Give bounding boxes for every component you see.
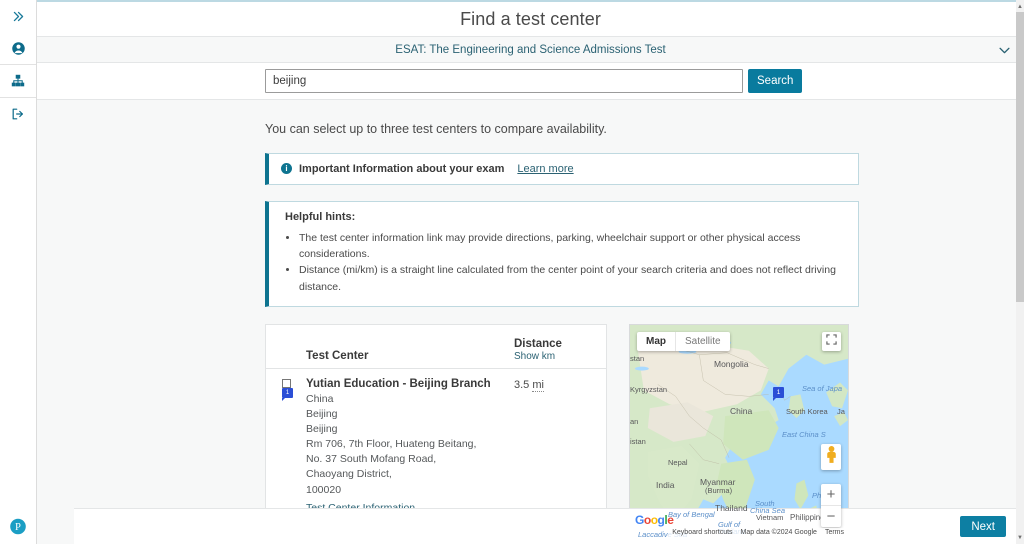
map-type-satellite-button[interactable]: Satellite [675,331,730,351]
map-label: Kyrgyzstan [630,384,668,394]
map-sea-label: China Sea [750,505,786,515]
map-label: India [656,479,675,490]
sidebar-item-signout[interactable] [0,98,36,130]
pearson-logo[interactable]: P [10,518,27,535]
street-view-pegman-icon [825,445,838,469]
map-attribution: Keyboard shortcuts Map data ©2024 Google… [630,527,848,538]
helpful-hints-panel: Helpful hints: The test center informati… [265,200,859,307]
learn-more-link[interactable]: Learn more [517,163,573,175]
app-root: P Find a test center ESAT: The Engineeri… [0,0,1024,544]
address-line: 100020 [306,483,342,496]
distance-unit[interactable]: mi [532,378,544,392]
map-marker-1[interactable]: 1 [773,386,784,401]
map-label: istan [630,436,646,446]
address-line: Beijing [306,407,338,420]
map-type-switcher: Map Satellite [637,331,730,351]
scrollbar-thumb[interactable] [1016,12,1024,302]
distance-label: Distance [514,337,562,350]
rail-items [0,0,36,130]
hints-list: The test center information link may pro… [299,230,846,295]
table-row: 1 Yutian Education - Beijing Branch Chin… [266,369,606,526]
fullscreen-button[interactable] [822,331,841,351]
address-line: Beijing [306,423,338,436]
hint-item: The test center information link may pro… [299,230,846,263]
important-information-alert: i Important Information about your exam … [265,152,859,185]
column-header-test-center: Test Center [306,349,369,362]
hints-title: Helpful hints: [285,210,356,223]
search-row: Search [37,63,1024,100]
map-label: South Korea [786,406,828,416]
map-label: Nepal [668,457,688,467]
map-label: stan [630,353,645,363]
address-line: No. 37 South Mofang Road, [306,453,437,466]
terms-link[interactable]: Terms [820,527,848,537]
test-center-name: Yutian Education - Beijing Branch [306,377,491,390]
map-sea-label: East China S [782,429,826,439]
instruction-text: You can select up to three test centers … [265,121,607,136]
user-circle-icon [11,41,26,56]
address-line: Rm 706, 7th Floor, Huateng Beitang, [306,438,477,451]
google-logo: Google [635,512,674,527]
map-sea-label: Sea of Japa [802,383,843,393]
map-panel[interactable]: Mongolia Kyrgyzstan stan an istan China … [629,323,849,539]
svg-text:P: P [15,522,21,533]
results-header-row: Test Center Distance Show km [266,325,606,369]
map-marker-badge[interactable]: 1 [282,387,306,401]
hint-item: Distance (mi/km) is a straight line calc… [299,262,846,295]
scroll-down-arrow[interactable]: ▼ [1016,533,1024,542]
map-sea-label: Bay of Bengal [668,509,715,519]
marker-tail [282,397,285,401]
alert-title: Important Information about your exam [299,162,505,175]
select-test-center-checkbox[interactable] [282,378,291,388]
logout-icon [11,107,25,121]
scroll-up-arrow[interactable]: ▲ [1016,2,1024,11]
map-label: (Burma) [705,485,733,495]
keyboard-shortcuts-link[interactable]: Keyboard shortcuts [668,527,737,537]
distance-value: 3.5 mi [514,378,592,516]
map-data-credit: Map data ©2024 Google [736,527,821,537]
map-label: Thailand [715,502,748,513]
distance-number: 3.5 [514,378,530,391]
column-header-distance: Distance Show km [514,338,592,362]
marker-number: 1 [773,386,784,398]
zoom-in-button[interactable]: + [821,484,841,505]
test-center-info: Yutian Education - Beijing Branch China … [306,378,514,516]
next-button[interactable]: Next [960,516,1006,537]
search-input[interactable] [265,69,743,94]
map-label: Mongolia [714,358,749,369]
footer-bar: Next [74,508,1024,544]
sidebar-item-organization[interactable] [0,65,36,97]
sidebar-item-expand[interactable] [0,0,36,32]
content-area: You can select up to three test centers … [37,99,1024,544]
chevron-down-icon[interactable] [999,41,1010,59]
map-zoom-controls: + − [821,483,841,527]
search-button[interactable]: Search [748,69,803,94]
row-select-column: 1 [266,378,306,516]
marker-tail [773,397,776,401]
chevron-double-right-icon [12,10,25,23]
fullscreen-icon [826,332,837,350]
map-type-map-button[interactable]: Map [637,332,675,351]
page-title: Find a test center [460,8,601,29]
sitemap-icon [11,74,25,88]
info-icon: i [281,163,292,175]
marker-number: 1 [282,387,293,398]
sidebar-item-account[interactable] [0,32,36,64]
map-label: China [730,405,753,416]
map-label: an [630,416,639,426]
left-rail: P [0,0,37,544]
street-view-button[interactable] [821,443,841,470]
exam-name-label: ESAT: The Engineering and Science Admiss… [395,43,666,56]
map-label: Ja [837,406,845,416]
address-line: Chaoyang District, [306,468,392,481]
exam-selector-bar[interactable]: ESAT: The Engineering and Science Admiss… [37,36,1024,64]
address-line: China [306,392,334,405]
main-column: Find a test center ESAT: The Engineering… [37,0,1024,544]
show-km-toggle[interactable]: Show km [514,351,592,362]
zoom-out-button[interactable]: − [821,506,841,527]
page-scrollbar[interactable]: ▲ ▼ [1016,0,1024,544]
